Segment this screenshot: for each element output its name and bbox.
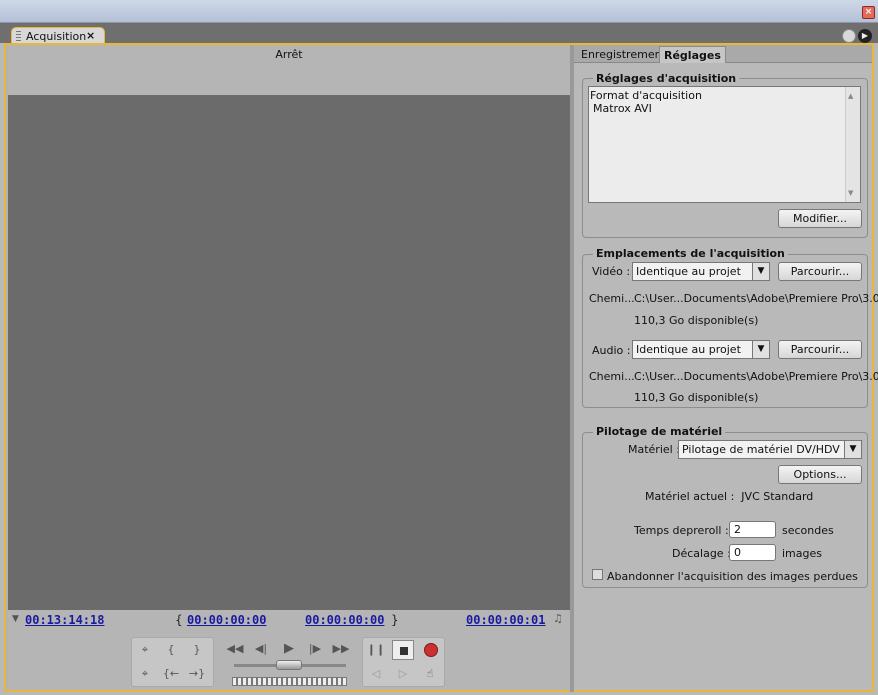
video-path-label: Chemi... (589, 292, 635, 305)
video-browse-button[interactable]: Parcourir... (778, 262, 862, 281)
panel-options-icon[interactable] (842, 29, 856, 43)
in-point-icon: { (175, 613, 183, 627)
in-point-timecode[interactable]: 00:00:00:00 (187, 613, 266, 627)
format-label: Format d'acquisition (590, 89, 702, 102)
tab-logging[interactable]: Enregistrement (577, 46, 670, 63)
modify-button[interactable]: Modifier... (778, 209, 862, 228)
tab-acquisition[interactable]: Acquisition × (11, 27, 105, 44)
options-button[interactable]: Options... (778, 465, 862, 484)
video-disk-space: 110,3 Go disponible(s) (634, 314, 759, 327)
panel-tab-row (0, 23, 878, 43)
audio-location-select[interactable]: Identique au projet ▼ (632, 340, 770, 359)
device-label: Matériel : (628, 443, 680, 456)
window-titlebar (0, 0, 878, 23)
video-label: Vidéo : (592, 265, 631, 278)
scene-detect-button[interactable]: ☝ (419, 664, 441, 684)
offset-unit: images (782, 547, 822, 560)
dropdown-arrow-icon[interactable]: ▼ (844, 441, 861, 458)
audio-browse-button[interactable]: Parcourir... (778, 340, 862, 359)
dropdown-arrow-icon[interactable]: ▼ (752, 263, 769, 280)
mark-in-button[interactable]: { (160, 640, 182, 660)
out-point-icon: } (391, 613, 399, 627)
step-back-button[interactable]: ◀| (250, 639, 272, 659)
play-button[interactable]: ▶ (278, 639, 300, 659)
offset-label: Décalage : (672, 547, 731, 560)
device-select[interactable]: Pilotage de matériel DV/HDV ▼ (678, 440, 862, 459)
locations-title: Emplacements de l'acquisition (593, 247, 788, 260)
video-path: C:\User...Documents\Adobe\Premiere Pro\3… (634, 292, 878, 305)
acquisition-settings-title: Réglages d'acquisition (593, 72, 740, 85)
preroll-unit: secondes (782, 524, 834, 537)
jog-slider[interactable] (276, 660, 302, 670)
tab-close-icon[interactable]: × (86, 29, 95, 42)
shuttle-control[interactable] (232, 677, 347, 686)
current-device: Matériel actuel : JVC Standard (645, 490, 814, 503)
duration-timecode[interactable]: 00:00:00:01 (466, 613, 545, 627)
tab-settings[interactable]: Réglages (659, 46, 726, 63)
video-location-value: Identique au projet (636, 265, 741, 278)
abort-dropped-frames-checkbox[interactable] (592, 569, 603, 580)
previous-scene-button[interactable]: ◁ (365, 664, 387, 684)
tab-acquisition-label: Acquisition (26, 30, 87, 43)
set-out-point-button[interactable]: ⌖ (134, 664, 156, 684)
panel-menu-icon[interactable]: ▶ (858, 29, 872, 43)
record-controls: ❙❙ ◁ ▷ ☝ (362, 637, 445, 687)
stop-button[interactable] (392, 640, 414, 660)
set-in-point-button[interactable]: ⌖ (134, 640, 156, 660)
dropdown-arrow-icon[interactable]: ▼ (752, 341, 769, 358)
go-to-in-button[interactable]: {← (160, 664, 182, 684)
audio-path: C:\User...Documents\Adobe\Premiere Pro\3… (634, 370, 878, 383)
abort-dropped-frames-label[interactable]: Abandonner l'acquisition des images perd… (607, 570, 858, 583)
fast-forward-button[interactable]: ▶▶ (330, 639, 352, 659)
device-value: Pilotage de matériel DV/HDV (682, 443, 840, 456)
step-forward-button[interactable]: |▶ (304, 639, 326, 659)
go-to-out-button[interactable]: →} (186, 664, 208, 684)
pause-button[interactable]: ❙❙ (365, 640, 387, 660)
format-scrollbar[interactable] (845, 87, 860, 202)
device-control-title: Pilotage de matériel (593, 425, 726, 438)
scroll-down-icon[interactable]: ▼ (848, 189, 853, 197)
rewind-button[interactable]: ◀◀ (224, 639, 246, 659)
audio-path-label: Chemi... (589, 370, 635, 383)
audio-location-value: Identique au projet (636, 343, 741, 356)
preroll-label: Temps depreroll : (634, 524, 729, 537)
in-out-controls: ⌖ { } ⌖ {← →} (131, 637, 214, 687)
device-status: Arrêt (275, 48, 303, 61)
next-scene-button[interactable]: ▷ (392, 664, 414, 684)
window-close-button[interactable]: × (862, 6, 875, 19)
video-location-select[interactable]: Identique au projet ▼ (632, 262, 770, 281)
record-button[interactable] (419, 640, 441, 660)
audio-disk-space: 110,3 Go disponible(s) (634, 391, 759, 404)
audio-label: Audio : (592, 344, 631, 357)
playhead-icon: ▼ (12, 614, 19, 624)
scroll-up-icon[interactable]: ▲ (848, 92, 853, 100)
out-point-timecode[interactable]: 00:00:00:00 (305, 613, 384, 627)
offset-input[interactable]: 0 (729, 544, 776, 561)
current-timecode[interactable]: 00:13:14:18 (25, 613, 104, 627)
video-preview (8, 95, 570, 610)
format-value: Matrox AVI (593, 102, 652, 115)
preroll-input[interactable]: 2 (729, 521, 776, 538)
playback-controls: ◀◀ ◀| ▶ |▶ ▶▶ (222, 637, 357, 661)
grip-icon[interactable] (16, 31, 21, 41)
mark-out-button[interactable]: } (186, 640, 208, 660)
duration-icon: ♫ (553, 612, 563, 625)
